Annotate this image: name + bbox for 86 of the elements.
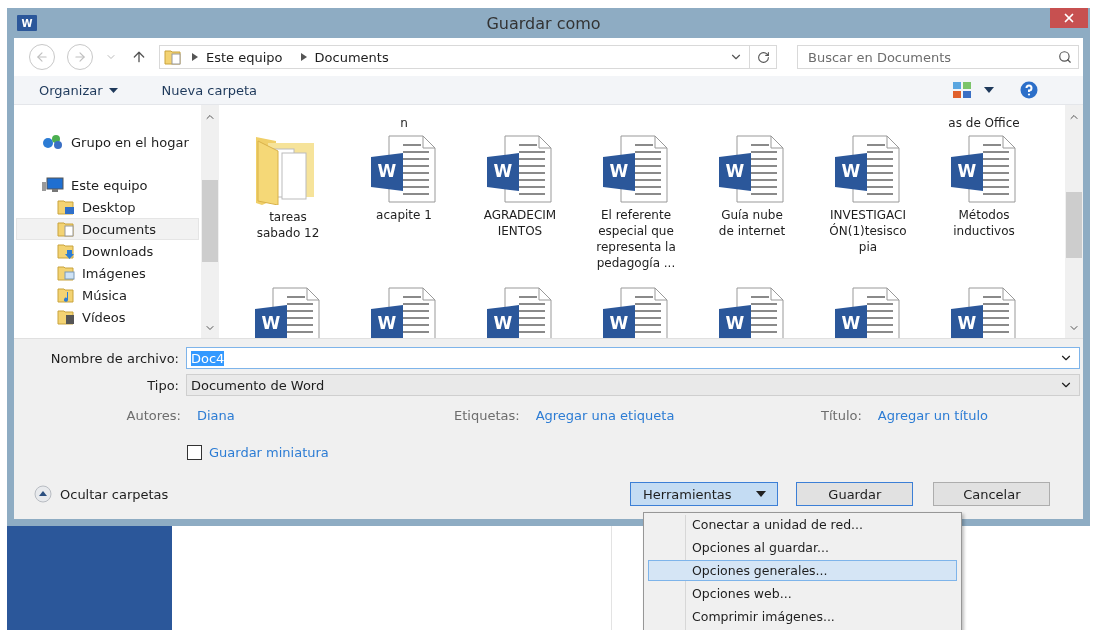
file-label: acapite 1 bbox=[375, 207, 433, 223]
address-bar[interactable]: Este equipo Documents bbox=[159, 45, 750, 69]
window-title: Guardar como bbox=[485, 14, 602, 33]
breadcrumb-item[interactable]: Documents bbox=[314, 49, 389, 65]
breadcrumb-arrow-icon bbox=[192, 53, 198, 61]
organize-menu-button[interactable]: Organizar bbox=[39, 82, 118, 98]
file-label: El referente especial que representa la pedagogía ... bbox=[595, 207, 677, 271]
file-item[interactable]: W Métodos inductivos bbox=[926, 131, 1042, 283]
folder-icon bbox=[57, 243, 75, 259]
sidebar-item-label: Documents bbox=[82, 221, 157, 237]
menu-item[interactable]: Conectar a unidad de red... bbox=[648, 514, 957, 535]
cancel-button[interactable]: Cancelar bbox=[933, 482, 1051, 506]
file-item[interactable]: W El referente especial que representa la pedagogía ... bbox=[578, 131, 694, 283]
up-arrow-icon[interactable] bbox=[131, 49, 147, 65]
file-label: as de Office bbox=[947, 115, 1021, 131]
sidebar-item[interactable]: Documents bbox=[16, 218, 199, 240]
sidebar-item[interactable]: Desktop bbox=[16, 196, 199, 218]
file-item[interactable]: W AGRADECIM IENTOS bbox=[462, 131, 578, 283]
file-item[interactable]: tareas sabado 12 bbox=[230, 131, 346, 283]
file-item[interactable]: W acapite 1 bbox=[346, 131, 462, 283]
checkbox-label[interactable]: Guardar miniatura bbox=[209, 445, 329, 460]
caret-icon bbox=[108, 87, 118, 93]
network-globe-icon bbox=[42, 134, 64, 150]
folder-icon bbox=[57, 287, 75, 303]
file-label: INVESTIGACI ÓN(1)tesisco pia bbox=[828, 207, 908, 255]
computer-icon bbox=[42, 177, 64, 193]
sidebar-item[interactable]: Grupo en el hogar bbox=[16, 131, 199, 153]
file-label: tareas sabado 12 bbox=[255, 209, 321, 241]
save-button[interactable]: Guardar bbox=[796, 482, 914, 506]
scrollbar[interactable] bbox=[201, 105, 219, 338]
folder-icon bbox=[57, 221, 75, 237]
view-options-icon[interactable] bbox=[953, 82, 971, 98]
file-label: Guía nube de internet bbox=[717, 207, 787, 239]
refresh-icon bbox=[756, 50, 770, 64]
metadata-link[interactable]: Agregar un título bbox=[877, 408, 988, 423]
forward-arrow-icon bbox=[73, 50, 87, 64]
folder-icon bbox=[57, 309, 75, 325]
caret-icon[interactable] bbox=[984, 87, 994, 93]
field-label: Nombre de archivo: bbox=[49, 350, 179, 366]
sidebar-item-label: Downloads bbox=[82, 243, 154, 259]
metadata-label: Título: bbox=[821, 408, 862, 423]
search-icon bbox=[1058, 50, 1072, 64]
menu-item[interactable]: Opciones al guardar... bbox=[648, 537, 957, 558]
file-type-dropdown[interactable]: Documento de Word bbox=[186, 374, 1080, 396]
scrollbar[interactable] bbox=[1065, 105, 1083, 338]
file-item[interactable]: W Guía nube de internet bbox=[694, 131, 810, 283]
search-field[interactable]: Buscar en Documents bbox=[797, 45, 1079, 69]
sidebar-item-label: Vídeos bbox=[82, 309, 126, 325]
file-label: n bbox=[399, 115, 409, 131]
sidebar-item-label: Este equipo bbox=[71, 177, 148, 193]
close-button[interactable] bbox=[1050, 8, 1088, 28]
app-icon: W bbox=[17, 15, 37, 31]
folder-icon bbox=[164, 49, 182, 65]
metadata-label: Etiquetas: bbox=[454, 408, 520, 423]
sidebar-item-label: Música bbox=[82, 287, 127, 303]
file-label: Métodos inductivos bbox=[952, 207, 1016, 239]
breadcrumb-item[interactable]: Este equipo bbox=[206, 49, 283, 65]
sidebar-item[interactable]: Música bbox=[16, 284, 199, 306]
sidebar-item[interactable]: Este equipo bbox=[16, 174, 199, 196]
sidebar-item[interactable]: Imágenes bbox=[16, 262, 199, 284]
sidebar-item[interactable]: Vídeos bbox=[16, 306, 199, 328]
close-icon bbox=[1062, 11, 1076, 25]
sidebar-item[interactable]: Downloads bbox=[16, 240, 199, 262]
breadcrumb-arrow-icon bbox=[300, 53, 307, 61]
folder-icon bbox=[57, 199, 75, 215]
sidebar-item-label: Desktop bbox=[82, 199, 136, 215]
file-item[interactable]: W INVESTIGACI ÓN(1)tesisco pia bbox=[810, 131, 926, 283]
menu-item[interactable]: Opciones generales... bbox=[648, 560, 957, 581]
new-folder-button[interactable]: Nueva carpeta bbox=[161, 82, 258, 98]
sidebar-item-label: Imágenes bbox=[82, 265, 146, 281]
caret-icon bbox=[755, 491, 766, 497]
field-label: Tipo: bbox=[146, 377, 179, 393]
collapse-up-icon bbox=[34, 485, 52, 503]
menu-item[interactable]: Comprimir imágenes... bbox=[648, 606, 957, 627]
metadata-label: Autores: bbox=[125, 408, 181, 423]
help-icon[interactable] bbox=[1020, 81, 1038, 99]
refresh-button[interactable] bbox=[750, 45, 777, 69]
tools-menu-button[interactable]: Herramientas bbox=[630, 482, 779, 506]
checkbox[interactable] bbox=[187, 445, 202, 460]
menu-item[interactable]: Opciones web... bbox=[648, 583, 957, 604]
metadata-link[interactable]: Diana bbox=[197, 408, 235, 423]
sidebar-item-label: Grupo en el hogar bbox=[71, 134, 189, 150]
metadata-link[interactable]: Agregar una etiqueta bbox=[535, 408, 675, 423]
folder-icon bbox=[57, 265, 75, 281]
hide-folders-button[interactable]: Ocultar carpetas bbox=[34, 485, 169, 503]
file-label: AGRADECIM IENTOS bbox=[482, 207, 558, 239]
